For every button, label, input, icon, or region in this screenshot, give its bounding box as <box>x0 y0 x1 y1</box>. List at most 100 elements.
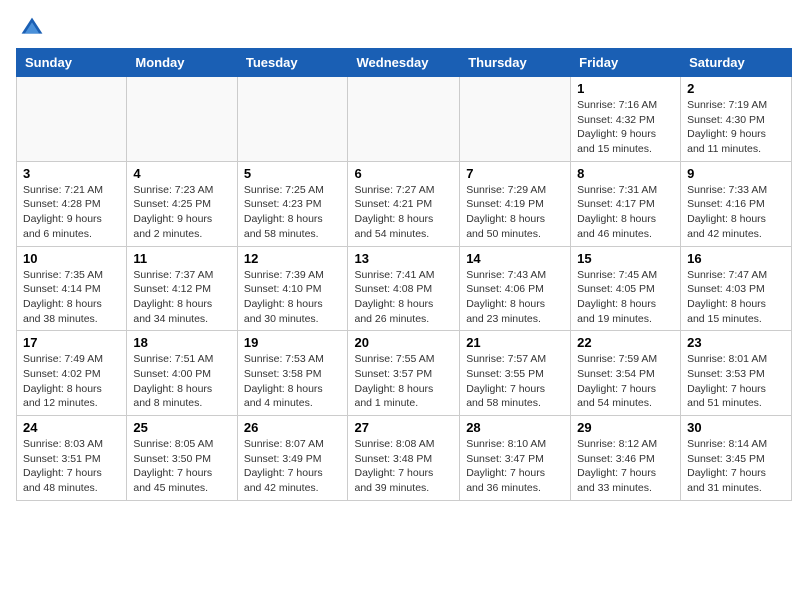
day-cell: 3 Sunrise: 7:21 AM Sunset: 4:28 PM Daylig… <box>17 161 127 246</box>
day-cell: 20Sunrise: 7:55 AM Sunset: 3:57 PM Dayli… <box>348 331 460 416</box>
day-cell: 7Sunrise: 7:29 AM Sunset: 4:19 PM Daylig… <box>460 161 571 246</box>
day-number: 6 <box>354 166 453 181</box>
day-header-saturday: Saturday <box>681 49 792 77</box>
calendar-table: SundayMondayTuesdayWednesdayThursdayFrid… <box>16 48 792 501</box>
day-number: 1 <box>577 81 674 96</box>
calendar-header-row: SundayMondayTuesdayWednesdayThursdayFrid… <box>17 49 792 77</box>
day-cell: 28 Sunrise: 8:10 AM Sunset: 3:47 PM Dayli… <box>460 416 571 501</box>
day-header-wednesday: Wednesday <box>348 49 460 77</box>
day-cell: 24 Sunrise: 8:03 AM Sunset: 3:51 PM Dayli… <box>17 416 127 501</box>
day-info: Sunrise: 7:19 AM Sunset: 4:30 PM Dayligh… <box>687 98 785 157</box>
day-number: 28 <box>466 420 564 435</box>
day-number: 12 <box>244 251 342 266</box>
day-info: Sunrise: 7:27 AM Sunset: 4:21 PM Dayligh… <box>354 183 453 242</box>
day-number: 30 <box>687 420 785 435</box>
week-row-4: 17Sunrise: 7:49 AM Sunset: 4:02 PM Dayli… <box>17 331 792 416</box>
day-number: 2 <box>687 81 785 96</box>
day-info: Sunrise: 8:07 AM Sunset: 3:49 PM Dayligh… <box>244 437 342 496</box>
week-row-2: 3 Sunrise: 7:21 AM Sunset: 4:28 PM Daylig… <box>17 161 792 246</box>
calendar-wrapper: SundayMondayTuesdayWednesdayThursdayFrid… <box>0 48 792 509</box>
day-number: 13 <box>354 251 453 266</box>
day-cell: 4 Sunrise: 7:23 AM Sunset: 4:25 PM Daylig… <box>127 161 237 246</box>
day-cell: 8 Sunrise: 7:31 AM Sunset: 4:17 PM Daylig… <box>571 161 681 246</box>
day-info: Sunrise: 7:57 AM Sunset: 3:55 PM Dayligh… <box>466 352 564 411</box>
day-header-friday: Friday <box>571 49 681 77</box>
page-header <box>0 0 792 48</box>
week-row-3: 10 Sunrise: 7:35 AM Sunset: 4:14 PM Dayli… <box>17 246 792 331</box>
day-number: 21 <box>466 335 564 350</box>
day-number: 7 <box>466 166 564 181</box>
day-info: Sunrise: 7:23 AM Sunset: 4:25 PM Dayligh… <box>133 183 230 242</box>
day-cell: 2 Sunrise: 7:19 AM Sunset: 4:30 PM Daylig… <box>681 77 792 162</box>
day-number: 9 <box>687 166 785 181</box>
day-cell: 26 Sunrise: 8:07 AM Sunset: 3:49 PM Dayli… <box>237 416 348 501</box>
day-cell <box>348 77 460 162</box>
day-cell <box>127 77 237 162</box>
day-info: Sunrise: 8:01 AM Sunset: 3:53 PM Dayligh… <box>687 352 785 411</box>
day-info: Sunrise: 8:05 AM Sunset: 3:50 PM Dayligh… <box>133 437 230 496</box>
logo-icon <box>20 16 44 40</box>
day-cell: 17Sunrise: 7:49 AM Sunset: 4:02 PM Dayli… <box>17 331 127 416</box>
day-number: 14 <box>466 251 564 266</box>
day-cell: 27 Sunrise: 8:08 AM Sunset: 3:48 PM Dayli… <box>348 416 460 501</box>
day-cell: 15 Sunrise: 7:45 AM Sunset: 4:05 PM Dayli… <box>571 246 681 331</box>
day-cell: 22Sunrise: 7:59 AM Sunset: 3:54 PM Dayli… <box>571 331 681 416</box>
day-info: Sunrise: 8:14 AM Sunset: 3:45 PM Dayligh… <box>687 437 785 496</box>
day-info: Sunrise: 7:39 AM Sunset: 4:10 PM Dayligh… <box>244 268 342 327</box>
day-info: Sunrise: 7:25 AM Sunset: 4:23 PM Dayligh… <box>244 183 342 242</box>
day-info: Sunrise: 7:35 AM Sunset: 4:14 PM Dayligh… <box>23 268 120 327</box>
day-info: Sunrise: 7:47 AM Sunset: 4:03 PM Dayligh… <box>687 268 785 327</box>
day-number: 27 <box>354 420 453 435</box>
day-info: Sunrise: 7:33 AM Sunset: 4:16 PM Dayligh… <box>687 183 785 242</box>
day-header-tuesday: Tuesday <box>237 49 348 77</box>
day-cell: 10 Sunrise: 7:35 AM Sunset: 4:14 PM Dayli… <box>17 246 127 331</box>
day-cell: 19 Sunrise: 7:53 AM Sunset: 3:58 PM Dayli… <box>237 331 348 416</box>
day-info: Sunrise: 8:03 AM Sunset: 3:51 PM Dayligh… <box>23 437 120 496</box>
day-cell: 29Sunrise: 8:12 AM Sunset: 3:46 PM Dayli… <box>571 416 681 501</box>
day-info: Sunrise: 8:08 AM Sunset: 3:48 PM Dayligh… <box>354 437 453 496</box>
day-number: 5 <box>244 166 342 181</box>
day-number: 10 <box>23 251 120 266</box>
day-number: 15 <box>577 251 674 266</box>
day-info: Sunrise: 7:37 AM Sunset: 4:12 PM Dayligh… <box>133 268 230 327</box>
day-cell <box>17 77 127 162</box>
day-number: 4 <box>133 166 230 181</box>
day-number: 8 <box>577 166 674 181</box>
day-cell: 1 Sunrise: 7:16 AM Sunset: 4:32 PM Daylig… <box>571 77 681 162</box>
day-number: 26 <box>244 420 342 435</box>
day-header-thursday: Thursday <box>460 49 571 77</box>
day-cell: 12 Sunrise: 7:39 AM Sunset: 4:10 PM Dayli… <box>237 246 348 331</box>
day-number: 24 <box>23 420 120 435</box>
day-info: Sunrise: 7:16 AM Sunset: 4:32 PM Dayligh… <box>577 98 674 157</box>
day-header-monday: Monday <box>127 49 237 77</box>
day-cell: 21 Sunrise: 7:57 AM Sunset: 3:55 PM Dayli… <box>460 331 571 416</box>
week-row-5: 24 Sunrise: 8:03 AM Sunset: 3:51 PM Dayli… <box>17 416 792 501</box>
day-cell: 23 Sunrise: 8:01 AM Sunset: 3:53 PM Dayli… <box>681 331 792 416</box>
day-number: 19 <box>244 335 342 350</box>
day-cell: 13 Sunrise: 7:41 AM Sunset: 4:08 PM Dayli… <box>348 246 460 331</box>
day-info: Sunrise: 7:41 AM Sunset: 4:08 PM Dayligh… <box>354 268 453 327</box>
day-number: 17 <box>23 335 120 350</box>
day-number: 18 <box>133 335 230 350</box>
day-cell: 14 Sunrise: 7:43 AM Sunset: 4:06 PM Dayli… <box>460 246 571 331</box>
day-header-sunday: Sunday <box>17 49 127 77</box>
day-info: Sunrise: 7:43 AM Sunset: 4:06 PM Dayligh… <box>466 268 564 327</box>
day-number: 23 <box>687 335 785 350</box>
logo <box>20 16 48 40</box>
day-number: 11 <box>133 251 230 266</box>
day-info: Sunrise: 7:45 AM Sunset: 4:05 PM Dayligh… <box>577 268 674 327</box>
day-info: Sunrise: 8:10 AM Sunset: 3:47 PM Dayligh… <box>466 437 564 496</box>
day-number: 3 <box>23 166 120 181</box>
day-info: Sunrise: 7:53 AM Sunset: 3:58 PM Dayligh… <box>244 352 342 411</box>
day-info: Sunrise: 7:55 AM Sunset: 3:57 PM Dayligh… <box>354 352 453 411</box>
day-cell: 11 Sunrise: 7:37 AM Sunset: 4:12 PM Dayli… <box>127 246 237 331</box>
day-info: Sunrise: 7:21 AM Sunset: 4:28 PM Dayligh… <box>23 183 120 242</box>
day-cell <box>237 77 348 162</box>
week-row-1: 1 Sunrise: 7:16 AM Sunset: 4:32 PM Daylig… <box>17 77 792 162</box>
day-info: Sunrise: 7:51 AM Sunset: 4:00 PM Dayligh… <box>133 352 230 411</box>
day-info: Sunrise: 7:31 AM Sunset: 4:17 PM Dayligh… <box>577 183 674 242</box>
day-cell: 25Sunrise: 8:05 AM Sunset: 3:50 PM Dayli… <box>127 416 237 501</box>
day-number: 29 <box>577 420 674 435</box>
day-cell <box>460 77 571 162</box>
day-number: 16 <box>687 251 785 266</box>
